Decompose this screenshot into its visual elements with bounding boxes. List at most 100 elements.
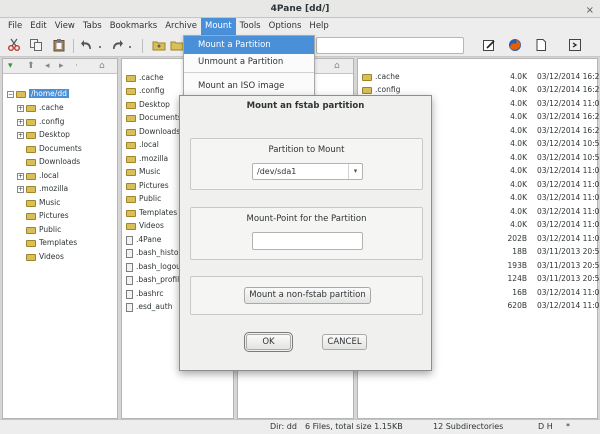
list-item[interactable]: .cache xyxy=(126,71,164,84)
expand-icon[interactable]: + xyxy=(17,104,24,112)
mount-nonfstab-button[interactable]: Mount a non-fstab partition xyxy=(244,287,371,304)
list-item[interactable]: .mozilla xyxy=(126,152,168,165)
list-item[interactable]: .config xyxy=(126,84,164,97)
menu-file[interactable]: File xyxy=(4,18,26,35)
mountpoint-input[interactable] xyxy=(252,232,363,250)
menu-item-unmount-partition[interactable]: Unmount a Partition xyxy=(184,53,314,71)
redo-icon[interactable] xyxy=(110,38,124,52)
paste-icon[interactable] xyxy=(52,38,66,52)
terminal-icon[interactable] xyxy=(568,38,582,52)
tree-item[interactable]: Downloads xyxy=(26,155,80,168)
folder-icon xyxy=(126,101,136,109)
expand-icon[interactable]: + xyxy=(17,185,24,193)
folder-icon xyxy=(26,226,36,234)
partition-group: Partition to Mount /dev/sda1 ▾ xyxy=(190,138,423,190)
file-icon xyxy=(126,235,133,245)
home-icon[interactable]: ⌂ xyxy=(334,61,340,71)
collapse-icon[interactable]: − xyxy=(7,90,14,98)
list-item[interactable]: Public xyxy=(126,192,161,205)
partition-combobox[interactable]: /dev/sda1 ▾ xyxy=(252,163,363,180)
tree-item[interactable]: + .cache xyxy=(17,101,64,114)
folder-icon xyxy=(126,114,136,122)
cut-icon[interactable] xyxy=(7,38,21,52)
tree-item[interactable]: + .config xyxy=(17,115,64,128)
new-folder-icon[interactable] xyxy=(170,38,184,52)
folder-icon xyxy=(126,141,136,149)
dialog-title: Mount an fstab partition xyxy=(246,101,365,111)
tree-item[interactable]: Templates xyxy=(26,236,77,249)
menu-mount[interactable]: Mount xyxy=(201,18,236,35)
list-item[interactable]: Documents xyxy=(126,111,182,124)
menu-options[interactable]: Options xyxy=(265,18,306,35)
list-item[interactable]: Desktop xyxy=(126,98,170,111)
window-titlebar: 4Pane [dd/] × xyxy=(0,0,600,18)
partition-value: /dev/sda1 xyxy=(257,167,297,176)
menu-archive[interactable]: Archive xyxy=(161,18,201,35)
folder-up-icon[interactable] xyxy=(152,38,166,52)
folder-icon xyxy=(362,73,372,81)
menu-tabs[interactable]: Tabs xyxy=(79,18,106,35)
folder-icon xyxy=(126,195,136,203)
list-item[interactable]: Music xyxy=(126,165,160,178)
menu-bookmarks[interactable]: Bookmarks xyxy=(106,18,162,35)
status-dir: Dir: dd xyxy=(270,422,297,431)
nav-dropdown-icon[interactable]: · xyxy=(75,61,78,71)
list-item[interactable]: .bash_profile xyxy=(126,273,184,286)
table-row[interactable]: .cache 4.0K 03/12/2014 16:2 xyxy=(358,70,599,83)
folder-icon xyxy=(26,199,36,207)
list-item[interactable]: .bash_logout xyxy=(126,260,184,273)
status-bar: Dir: dd 6 Files, total size 1.15KB 12 Su… xyxy=(0,419,600,434)
list-item[interactable]: .bash_history xyxy=(126,246,186,259)
folder-icon xyxy=(126,182,136,190)
menu-view[interactable]: View xyxy=(51,18,79,35)
redo-dropdown-icon[interactable] xyxy=(126,38,134,52)
menu-tools[interactable]: Tools xyxy=(236,18,265,35)
cancel-button[interactable]: CANCEL xyxy=(322,334,367,350)
undo-icon[interactable] xyxy=(80,38,94,52)
list-item[interactable]: Templates xyxy=(126,206,177,219)
edit-icon[interactable] xyxy=(482,38,496,52)
undo-dropdown-icon[interactable] xyxy=(96,38,104,52)
menu-item-mount-iso[interactable]: Mount an ISO image xyxy=(184,77,314,95)
expand-icon[interactable]: + xyxy=(17,131,24,139)
copy-icon[interactable] xyxy=(29,38,43,52)
list-item[interactable]: Videos xyxy=(126,219,164,232)
path-input[interactable] xyxy=(316,37,464,54)
home-green-icon[interactable]: ▾ xyxy=(8,61,13,71)
menu-edit[interactable]: Edit xyxy=(26,18,50,35)
menu-item-mount-partition[interactable]: Mount a Partition xyxy=(184,36,314,54)
expand-icon[interactable]: + xyxy=(17,118,24,126)
tree-item[interactable]: + .mozilla xyxy=(17,182,68,195)
folder-icon xyxy=(26,104,36,112)
expand-icon[interactable]: + xyxy=(17,172,24,180)
file-icon xyxy=(126,289,133,299)
list-item[interactable]: Downloads xyxy=(126,125,180,138)
tree-item[interactable]: Music xyxy=(26,196,60,209)
back-arrow-icon[interactable]: ◂ xyxy=(45,61,50,71)
tree-item[interactable]: + .local xyxy=(17,169,59,182)
list-item[interactable]: Pictures xyxy=(126,179,169,192)
tree-item[interactable]: Pictures xyxy=(26,209,69,222)
chevron-down-icon[interactable]: ▾ xyxy=(348,164,362,179)
firefox-icon[interactable] xyxy=(508,38,522,52)
mountpoint-group: Mount-Point for the Partition xyxy=(190,207,423,260)
new-file-icon[interactable] xyxy=(534,38,548,52)
folder-icon xyxy=(126,209,136,217)
up-arrow-icon[interactable]: ⬆ xyxy=(27,61,35,71)
list-item[interactable]: .4Pane xyxy=(126,233,161,246)
ok-button[interactable]: OK xyxy=(244,332,293,352)
tree-item[interactable]: Documents xyxy=(26,142,82,155)
tree-item[interactable]: Public xyxy=(26,223,61,236)
folder-icon xyxy=(126,155,136,163)
menu-separator xyxy=(184,72,314,73)
tree-item-root[interactable]: −/home/dd xyxy=(7,87,69,100)
list-item[interactable]: .bashrc xyxy=(126,287,163,300)
forward-arrow-icon[interactable]: ▸ xyxy=(59,61,64,71)
home-icon[interactable]: ⌂ xyxy=(99,61,105,71)
list-item[interactable]: .esd_auth xyxy=(126,300,172,313)
mountpoint-label: Mount-Point for the Partition xyxy=(246,214,367,224)
tree-item[interactable]: + Desktop xyxy=(17,128,70,141)
tree-item[interactable]: Videos xyxy=(26,250,64,263)
menu-help[interactable]: Help xyxy=(305,18,332,35)
list-item[interactable]: .local xyxy=(126,138,159,151)
